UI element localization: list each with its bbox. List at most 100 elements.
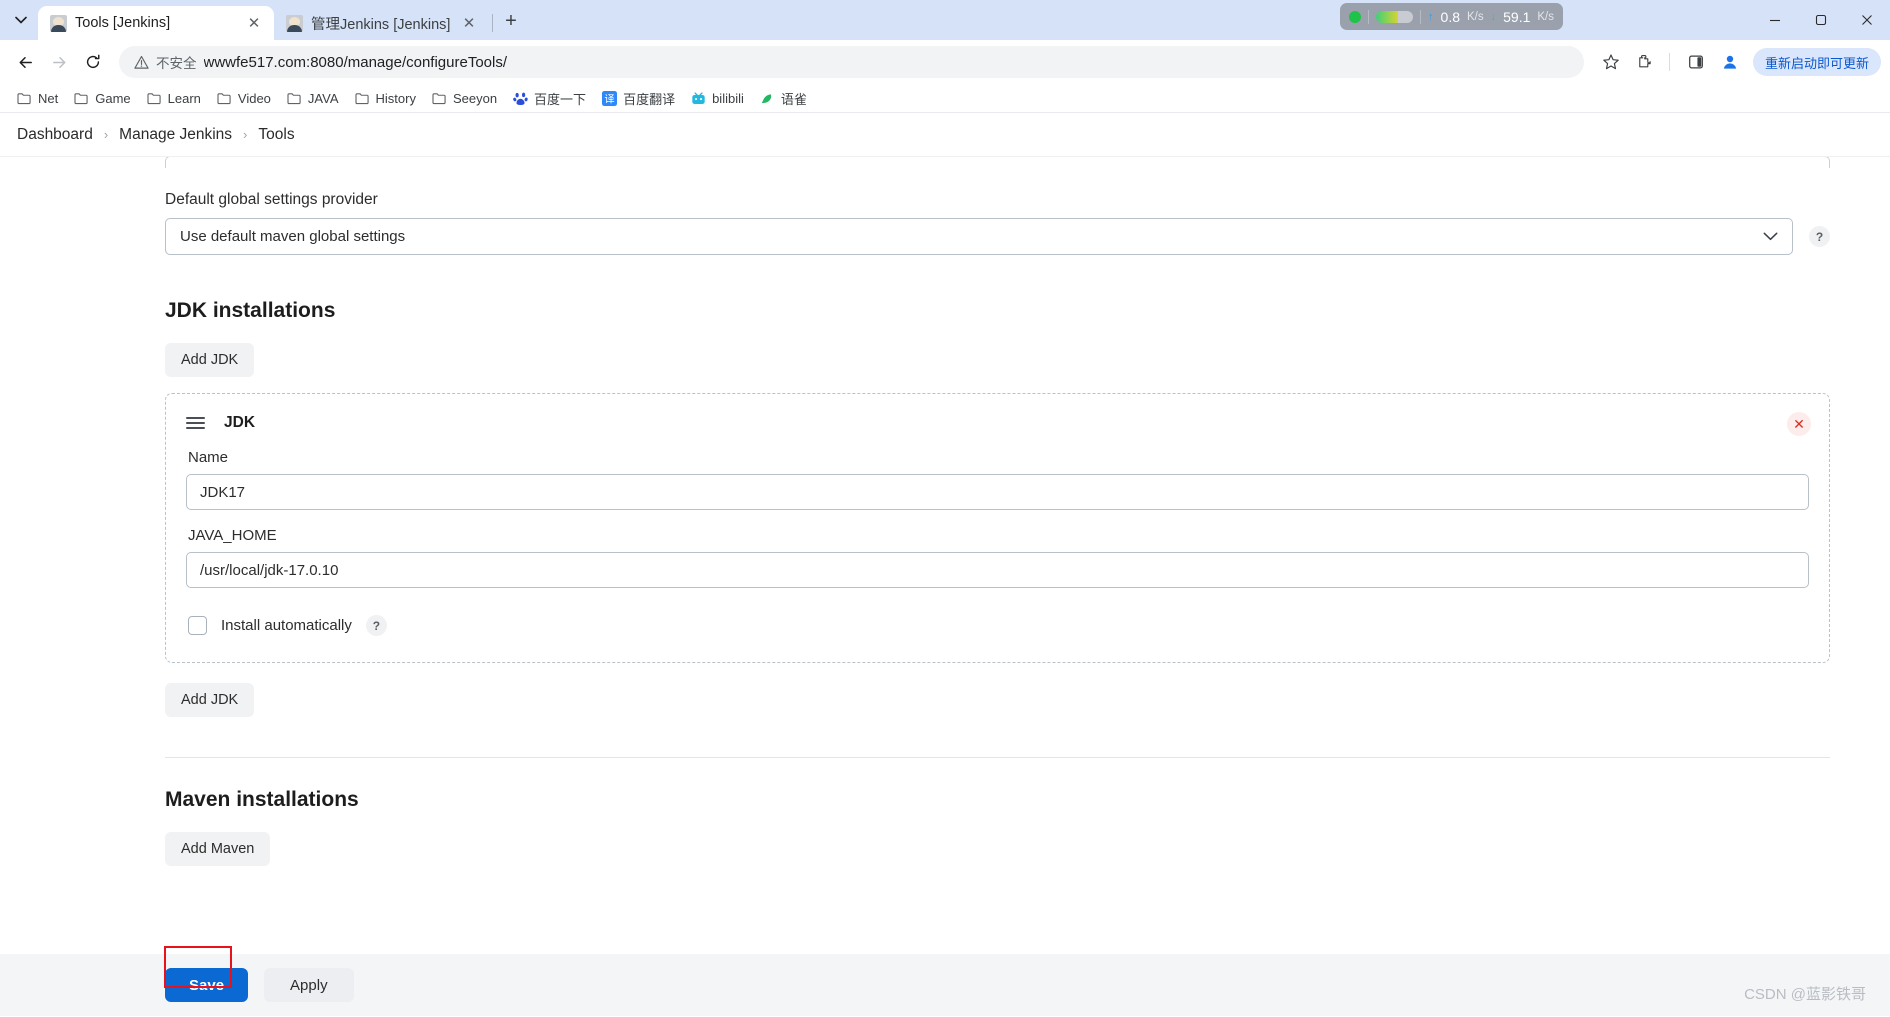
profile-button[interactable]	[1715, 47, 1745, 77]
jdk-installation-card: ✕ JDK Name JDK17 JAVA_HOME /usr/local/jd…	[165, 393, 1830, 663]
breadcrumb-item-dashboard[interactable]: Dashboard	[17, 126, 93, 144]
browser-window: Tools [Jenkins] ✕ 管理Jenkins [Jenkins] ✕ …	[0, 0, 1890, 1017]
breadcrumb-separator: ›	[103, 127, 109, 142]
network-speed-monitor[interactable]: ↑ 0.8 K/s ↓ 59.1 K/s	[1340, 3, 1563, 30]
bookmark-label: Learn	[167, 90, 201, 106]
download-speed-unit: K/s	[1537, 10, 1554, 23]
reload-button[interactable]	[77, 46, 109, 78]
upload-speed-value: 0.8	[1440, 8, 1460, 25]
bookmark-java[interactable]: JAVA	[279, 88, 347, 109]
download-speed-value: 59.1	[1503, 8, 1531, 25]
help-button[interactable]: ?	[365, 615, 387, 636]
jdk-name-value: JDK17	[200, 483, 246, 501]
chevron-down-icon	[1763, 232, 1778, 241]
breadcrumb: Dashboard › Manage Jenkins › Tools	[0, 113, 1890, 157]
clipped-field-above	[165, 157, 1830, 168]
form-footer: Save Apply	[0, 946, 1890, 1016]
bookmark-label: History	[375, 90, 416, 106]
bookmark-star-button[interactable]	[1596, 47, 1626, 77]
close-window-button[interactable]	[1844, 0, 1890, 40]
drag-handle-icon[interactable]	[186, 416, 205, 430]
bookmark-baidu[interactable]: 百度一下	[505, 86, 594, 111]
divider	[1368, 9, 1370, 24]
jenkins-favicon-icon	[286, 14, 303, 32]
star-icon	[1603, 54, 1619, 70]
jenkins-favicon-icon	[50, 14, 67, 32]
svg-text:译: 译	[604, 93, 614, 105]
java-home-input[interactable]: /usr/local/jdk-17.0.10	[186, 552, 1809, 588]
side-panel-button[interactable]	[1681, 47, 1711, 77]
tab-tools-jenkins[interactable]: Tools [Jenkins] ✕	[38, 6, 274, 40]
global-settings-provider-select[interactable]: Use default maven global settings	[165, 218, 1793, 255]
bookmark-history[interactable]: History	[347, 88, 424, 109]
forward-button[interactable]	[43, 46, 75, 78]
breadcrumb-item-manage-jenkins[interactable]: Manage Jenkins	[119, 126, 232, 144]
bookmark-label: Net	[38, 90, 59, 106]
breadcrumb-item-tools[interactable]: Tools	[258, 126, 294, 144]
apply-button[interactable]: Apply	[264, 968, 354, 1002]
new-tab-button[interactable]: +	[496, 6, 526, 36]
bookmark-yuque[interactable]: 语雀	[752, 86, 815, 111]
jdk-name-input[interactable]: JDK17	[186, 474, 1809, 510]
bookmark-net[interactable]: Net	[9, 88, 66, 109]
bookmark-label: Seeyon	[452, 90, 498, 106]
bookmark-game[interactable]: Game	[66, 88, 138, 109]
breadcrumb-separator: ›	[243, 127, 248, 142]
jdk-name-label: Name	[188, 449, 229, 466]
maven-installations-heading: Maven installations	[165, 788, 359, 811]
add-jdk-bottom-wrap: Add JDK	[165, 683, 1830, 717]
folder-icon	[17, 92, 31, 104]
not-secure-warning-icon	[134, 55, 149, 69]
tab-search-button[interactable]	[4, 3, 38, 37]
help-button[interactable]: ?	[1809, 226, 1830, 247]
tab-manage-jenkins[interactable]: 管理Jenkins [Jenkins] ✕	[274, 6, 489, 40]
install-automatically-row: Install automatically ?	[186, 615, 1809, 636]
bookmark-seeyon[interactable]: Seeyon	[424, 88, 505, 109]
install-automatically-checkbox[interactable]	[188, 616, 207, 635]
bookmark-bilibili[interactable]: bilibili	[683, 88, 752, 109]
add-jdk-button-bottom[interactable]: Add JDK	[165, 683, 255, 717]
bookmark-baidu-translate[interactable]: 译 百度翻译	[594, 86, 683, 111]
status-dot-icon	[1349, 10, 1362, 23]
folder-icon	[217, 92, 231, 104]
maximize-button[interactable]	[1798, 0, 1844, 40]
bilibili-icon	[692, 91, 705, 104]
extensions-button[interactable]	[1630, 47, 1660, 77]
remove-jdk-button[interactable]: ✕	[1787, 412, 1811, 436]
minimize-button[interactable]	[1752, 0, 1798, 40]
tab-close-icon[interactable]: ✕	[459, 13, 479, 33]
jdk-card-title: JDK	[224, 414, 256, 431]
global-settings-provider-row: Use default maven global settings ?	[165, 218, 1830, 255]
tab-close-icon[interactable]: ✕	[244, 13, 264, 33]
folder-icon	[287, 92, 301, 104]
jenkins-page: Dashboard › Manage Jenkins › Tools Defau…	[0, 113, 1890, 1016]
bookmark-learn[interactable]: Learn	[139, 88, 209, 109]
close-icon	[1862, 15, 1872, 25]
minimize-icon	[1770, 19, 1780, 22]
tab-title: 管理Jenkins [Jenkins]	[311, 16, 451, 33]
address-bar[interactable]: 不安全 wwwfe517.com:8080/manage/configureTo…	[119, 46, 1584, 78]
save-button-wrapper: Save	[164, 946, 249, 1002]
baidu-translate-icon: 译	[602, 90, 618, 106]
yuque-icon	[761, 93, 772, 103]
tab-divider	[492, 14, 493, 32]
reload-icon	[86, 54, 100, 69]
watermark: CSDN @蓝影铁哥	[1744, 986, 1866, 1003]
update-available-button[interactable]: 重新启动即可更新	[1752, 48, 1881, 76]
folder-icon	[432, 92, 446, 104]
bookmark-label: 百度一下	[534, 91, 587, 107]
divider	[1420, 9, 1422, 24]
form-container: Default global settings provider Use def…	[0, 157, 1890, 866]
folder-icon	[74, 92, 88, 104]
folder-icon	[147, 92, 161, 104]
add-jdk-button-top[interactable]: Add JDK	[165, 343, 255, 377]
add-jdk-top-wrap: Add JDK	[165, 343, 1830, 377]
window-controls	[1752, 0, 1890, 40]
bookmark-video[interactable]: Video	[209, 88, 279, 109]
add-maven-button[interactable]: Add Maven	[165, 832, 271, 866]
download-arrow-icon: ↓	[1490, 10, 1497, 23]
bookmark-label: Game	[95, 90, 131, 106]
select-value: Use default maven global settings	[180, 228, 406, 245]
save-button[interactable]: Save	[165, 968, 249, 1002]
back-button[interactable]	[9, 46, 41, 78]
